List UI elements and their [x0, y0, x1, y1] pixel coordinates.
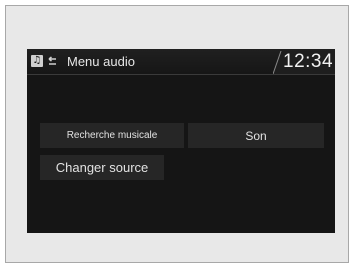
screen-title: Menu audio — [67, 54, 135, 69]
header-divider — [27, 74, 335, 75]
sound-button[interactable]: Son — [188, 123, 324, 148]
audio-menu-screen: ♫ Menu audio 12:34 Recherche musicale So… — [27, 49, 335, 233]
clock-display: 12:34 — [283, 51, 334, 72]
header-icons: ♫ — [31, 54, 61, 68]
change-source-button[interactable]: Changer source — [40, 155, 164, 180]
back-arrow-icon-graphic — [48, 56, 56, 65]
music-search-button[interactable]: Recherche musicale — [40, 123, 184, 148]
music-note-icon: ♫ — [31, 55, 43, 67]
back-arrow-icon[interactable] — [46, 55, 58, 67]
